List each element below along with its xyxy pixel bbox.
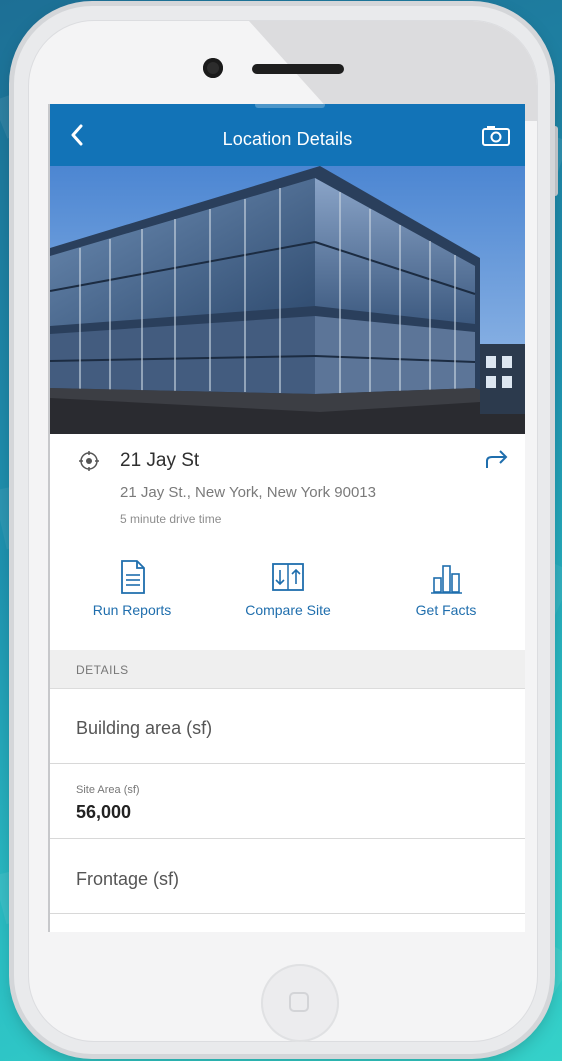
location-marker-icon [79,451,99,471]
action-bar: Run Reports Compare Site Get Facts [50,550,525,650]
site-area-field[interactable]: Site Area (sf) 56,000 [50,764,525,839]
camera-icon [482,126,510,146]
get-facts-button[interactable]: Get Facts [376,558,516,618]
run-reports-label: Run Reports [92,602,172,618]
location-summary: 21 Jay St 21 Jay St., New York, New York… [50,434,525,534]
get-facts-label: Get Facts [415,602,477,618]
building-area-label: Building area (sf) [76,718,213,738]
frontage-field[interactable]: Frontage (sf) [50,839,525,914]
home-button[interactable] [261,964,339,1042]
location-address: 21 Jay St., New York, New York 90013 [120,484,376,501]
camera-button[interactable] [481,124,511,148]
earpiece-speaker [252,64,344,74]
building-area-field[interactable]: Building area (sf) [50,688,525,764]
front-camera [203,58,223,78]
frontage-label: Frontage (sf) [76,869,180,889]
details-section-title: DETAILS [76,663,129,677]
details-section-header: DETAILS [50,650,525,689]
building-photo [50,166,525,434]
location-name: 21 Jay St [120,450,200,471]
app-header: Location Details [50,104,525,166]
compare-icon [272,563,304,591]
compare-site-label: Compare Site [245,602,331,618]
share-button[interactable] [483,448,511,472]
run-reports-button[interactable]: Run Reports [62,558,202,618]
site-area-value: 56,000 [76,802,132,822]
compare-site-button[interactable]: Compare Site [218,558,358,618]
site-area-label: Site Area (sf) [76,784,140,796]
app-screen: Location Details 21 Jay St 21 Jay St., N… [48,104,525,932]
drive-time: 5 minute drive time [120,512,222,526]
share-arrow-icon [486,450,508,468]
page-title: Location Details [222,129,353,149]
bar-chart-icon [431,565,462,594]
report-document-icon [121,560,145,594]
